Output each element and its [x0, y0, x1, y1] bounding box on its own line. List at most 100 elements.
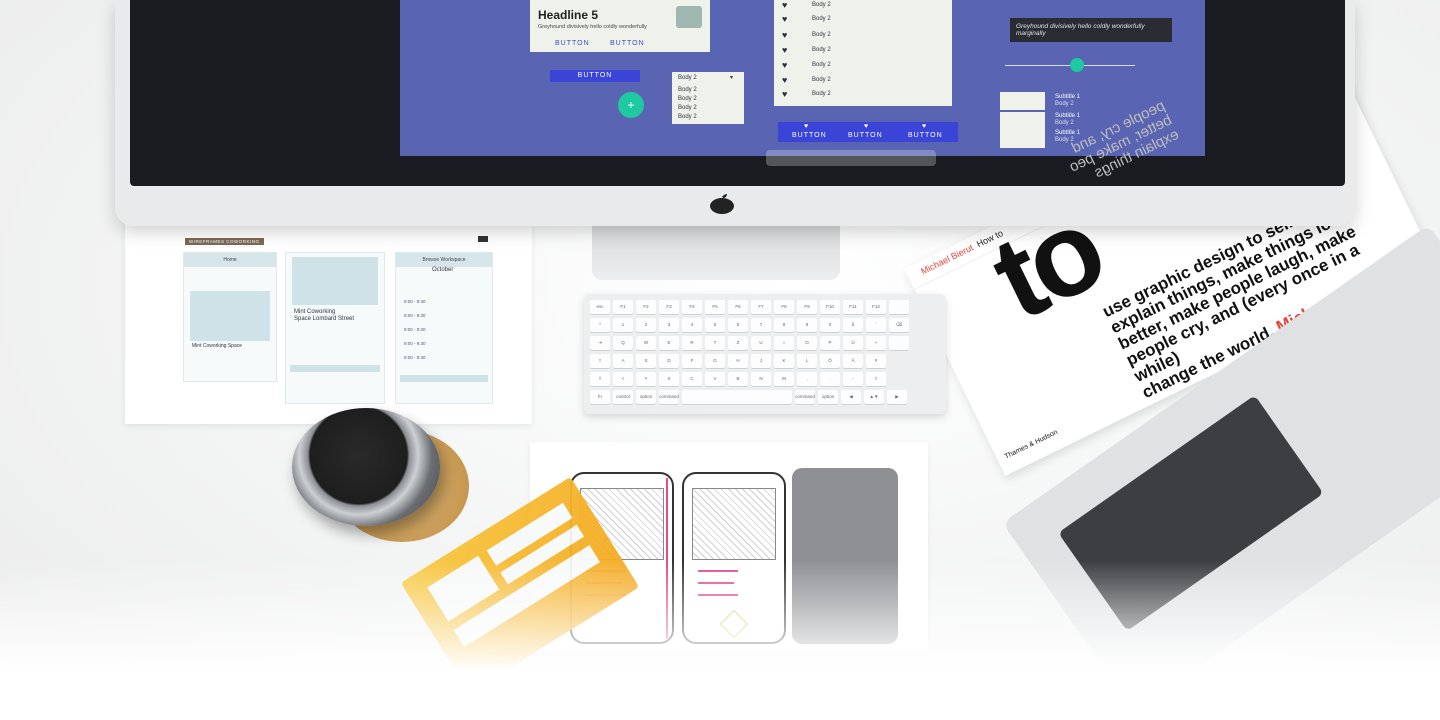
keyboard-key[interactable]: R — [682, 336, 702, 350]
filled-button[interactable]: BUTTON — [550, 70, 640, 82]
keyboard-key[interactable]: ß — [843, 318, 863, 332]
keyboard-key[interactable]: 5 — [705, 318, 725, 332]
dropdown-option[interactable]: Body 2 — [678, 96, 697, 102]
keyboard-key[interactable]: ´ — [866, 318, 886, 332]
keyboard-key[interactable]: esc — [590, 300, 610, 314]
keyboard-key[interactable]: + — [866, 336, 886, 350]
keyboard-key[interactable]: F1 — [613, 300, 633, 314]
keyboard-key[interactable]: N — [751, 372, 771, 386]
keyboard-key[interactable]: T — [705, 336, 725, 350]
keyboard-key[interactable]: Ü — [843, 336, 863, 350]
wireframe-title-line: Space Lombard Street — [294, 316, 355, 322]
keyboard-key[interactable]: J — [751, 354, 771, 368]
fab-add-button[interactable]: + — [618, 92, 644, 118]
wireframe-screen-detail: Mint Coworking Space Lombard Street — [285, 252, 385, 404]
keyboard-key[interactable]: ⇥ — [590, 336, 610, 350]
coffee-cup — [292, 408, 440, 526]
wireframe-image — [190, 291, 270, 341]
keyboard-key[interactable]: W — [636, 336, 656, 350]
subtitle-title: Subtitle 1 — [1055, 94, 1081, 100]
dropdown-menu[interactable]: Body 2 ▾ Body 2 Body 2 Body 2 Body 2 — [672, 72, 744, 124]
keyboard-key[interactable]: ▲▼ — [864, 390, 884, 404]
keyboard-key[interactable]: 0 — [820, 318, 840, 332]
keyboard-key[interactable]: L — [797, 354, 817, 368]
keyboard-key[interactable]: F9 — [797, 300, 817, 314]
keyboard-key[interactable]: F10 — [820, 300, 840, 314]
keyboard-key[interactable]: F — [682, 354, 702, 368]
keyboard-key[interactable]: F11 — [843, 300, 863, 314]
text-button[interactable]: BUTTON — [555, 40, 590, 47]
wireframe-header: Home — [184, 253, 276, 267]
wireframe-title: Mint Coworking Space — [192, 343, 243, 349]
keyboard-key[interactable]: Y — [636, 372, 656, 386]
keyboard-key[interactable]: V — [705, 372, 725, 386]
dock[interactable] — [766, 150, 936, 166]
keyboard-key[interactable]: F12 — [866, 300, 886, 314]
keyboard-key[interactable]: option — [636, 390, 656, 404]
keyboard-key[interactable]: command — [659, 390, 679, 404]
keyboard-key[interactable]: M — [774, 372, 794, 386]
keyboard-key[interactable]: Ä — [843, 354, 863, 368]
keyboard-key[interactable]: Ö — [820, 354, 840, 368]
keyboard-key[interactable]: 8 — [774, 318, 794, 332]
dropdown-option[interactable]: Body 2 — [678, 114, 697, 120]
magic-keyboard: esc F1 F2 F3 F4 F5 F6 F7 F8 F9 F10 F11 F12 ^ 1 2 3 4 5 6 7 8 9… — [584, 294, 946, 414]
keyboard-key[interactable] — [889, 300, 909, 314]
page-number-tag — [478, 236, 488, 242]
keyboard-key[interactable]: . — [820, 372, 840, 386]
keyboard-key[interactable]: F3 — [659, 300, 679, 314]
keyboard-key[interactable]: 1 — [613, 318, 633, 332]
keyboard-key[interactable]: Z — [728, 336, 748, 350]
slider-thumb[interactable] — [1070, 58, 1084, 72]
keyboard-key[interactable]: S — [636, 354, 656, 368]
keyboard-key[interactable]: P — [820, 336, 840, 350]
keyboard-key[interactable]: < — [613, 372, 633, 386]
wireframe-cta — [290, 365, 380, 372]
keyboard-key[interactable]: ◀ — [841, 390, 861, 404]
keyboard-key[interactable]: ⇧ — [590, 372, 610, 386]
keyboard-key[interactable]: F2 — [636, 300, 656, 314]
keyboard-key[interactable]: 4 — [682, 318, 702, 332]
keyboard-key[interactable]: control — [613, 390, 633, 404]
keyboard-key[interactable]: , — [797, 372, 817, 386]
keyboard-key[interactable]: ▶ — [887, 390, 907, 404]
keyboard-key[interactable]: ⇪ — [590, 354, 610, 368]
keyboard-key[interactable]: F8 — [774, 300, 794, 314]
keyboard-key[interactable]: K — [774, 354, 794, 368]
keyboard-key[interactable]: fn — [590, 390, 610, 404]
keyboard-key[interactable]: Q — [613, 336, 633, 350]
keyboard-key[interactable]: F4 — [682, 300, 702, 314]
nav-button[interactable]: BUTTON — [792, 122, 827, 150]
keyboard-key[interactable]: F5 — [705, 300, 725, 314]
keyboard-key[interactable]: O — [797, 336, 817, 350]
keyboard-key[interactable]: option — [818, 390, 838, 404]
keyboard-key[interactable]: ⌫ — [889, 318, 909, 332]
keyboard-key[interactable]: U — [751, 336, 771, 350]
keyboard-key[interactable]: E — [659, 336, 679, 350]
keyboard-key[interactable]: F7 — [751, 300, 771, 314]
keyboard-key[interactable]: 9 — [797, 318, 817, 332]
keyboard-key[interactable]: H — [728, 354, 748, 368]
keyboard-key[interactable]: - — [843, 372, 863, 386]
dropdown-option[interactable]: Body 2 — [678, 87, 697, 93]
keyboard-key[interactable]: # — [866, 354, 886, 368]
keyboard-key[interactable]: 2 — [636, 318, 656, 332]
dropdown-option[interactable]: Body 2 — [678, 105, 697, 111]
keyboard-key[interactable]: B — [728, 372, 748, 386]
keyboard-key[interactable]: ⇧ — [866, 372, 886, 386]
keyboard-key[interactable]: D — [659, 354, 679, 368]
keyboard-key[interactable] — [889, 336, 909, 350]
keyboard-key[interactable]: C — [682, 372, 702, 386]
keyboard-key[interactable]: 7 — [751, 318, 771, 332]
keyboard-key[interactable]: I — [774, 336, 794, 350]
keyboard-key[interactable] — [682, 390, 792, 404]
keyboard-key[interactable]: ^ — [590, 318, 610, 332]
text-button[interactable]: BUTTON — [610, 40, 645, 47]
keyboard-key[interactable]: G — [705, 354, 725, 368]
keyboard-key[interactable]: A — [613, 354, 633, 368]
keyboard-key[interactable]: F6 — [728, 300, 748, 314]
keyboard-key[interactable]: 3 — [659, 318, 679, 332]
keyboard-key[interactable]: 6 — [728, 318, 748, 332]
keyboard-key[interactable]: X — [659, 372, 679, 386]
keyboard-key[interactable]: command — [795, 390, 815, 404]
